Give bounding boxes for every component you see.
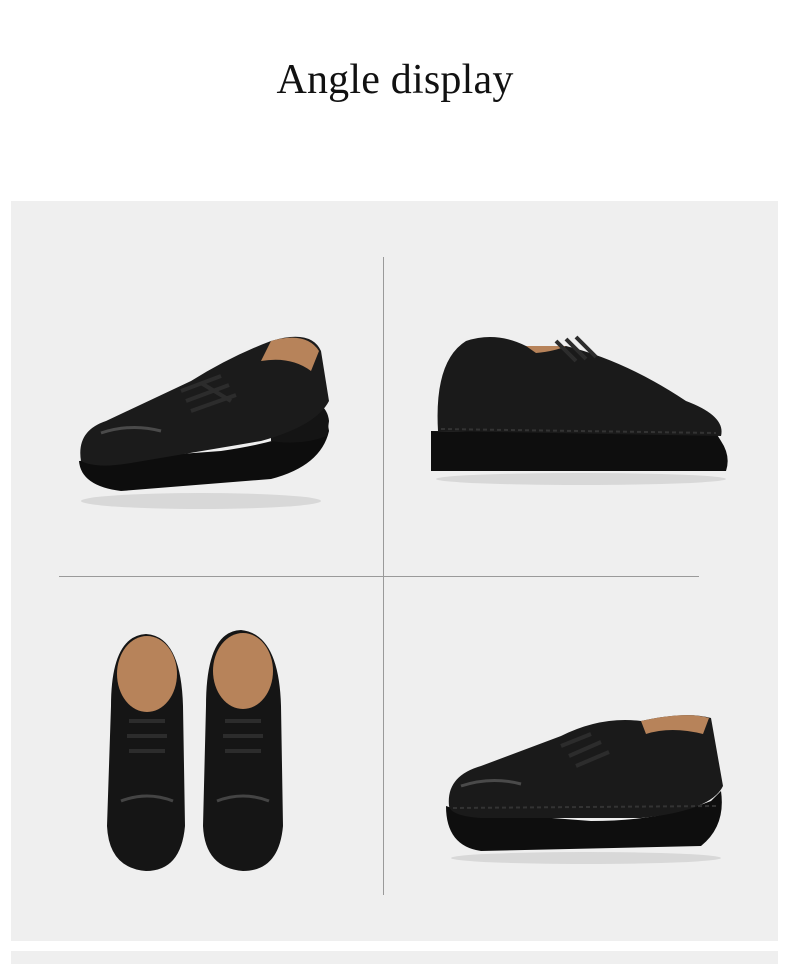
shoe-side-profile-view xyxy=(426,321,736,491)
shoe-side-angle-view xyxy=(441,706,731,866)
shoe-three-quarter-view xyxy=(71,311,341,511)
next-section-strip xyxy=(11,951,778,964)
angle-gallery-panel xyxy=(11,201,778,941)
shoe-pair-top-view xyxy=(101,626,291,876)
page-title: Angle display xyxy=(276,57,514,103)
horizontal-divider xyxy=(59,576,699,577)
